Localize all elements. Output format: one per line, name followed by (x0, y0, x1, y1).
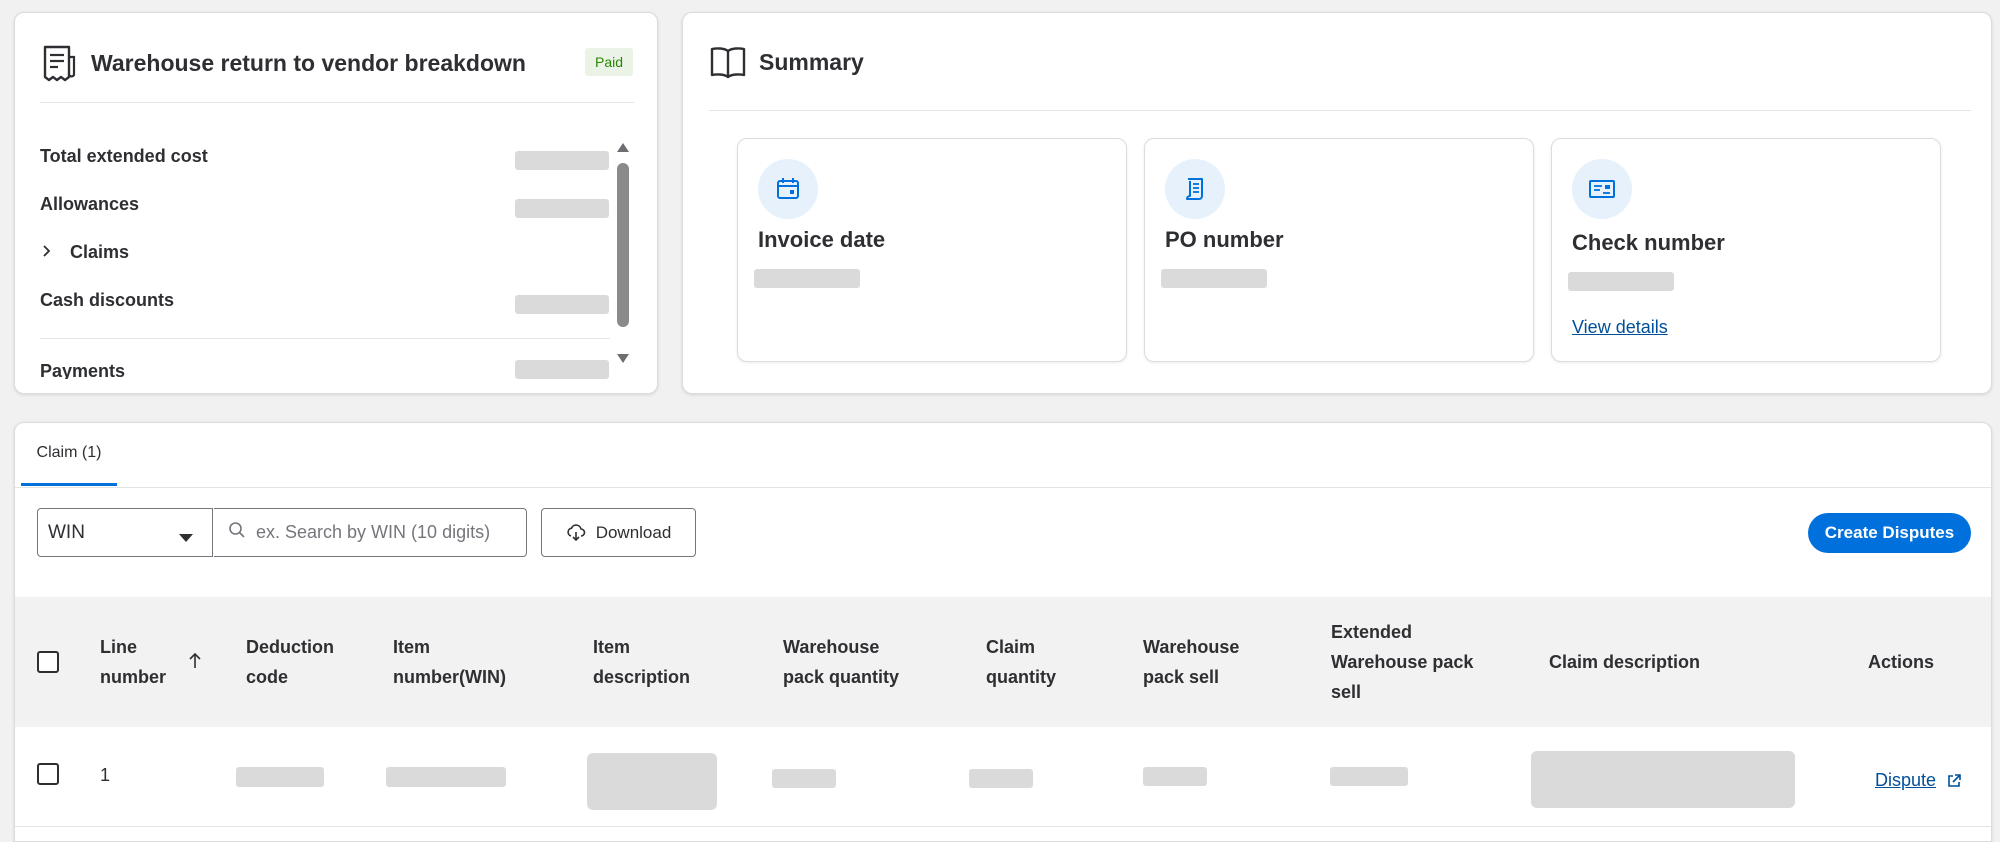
col-warehouse-pack-sell: Warehouse pack sell (1143, 637, 1240, 687)
divider (15, 487, 1991, 488)
col-extended-warehouse-pack-sell: Extended Warehouse pack sell (1331, 622, 1474, 702)
divider (40, 338, 610, 339)
check-number-card: Check number View details (1551, 138, 1941, 362)
col-line-number[interactable]: Line number (100, 632, 190, 692)
caret-down-icon (178, 527, 194, 549)
breakdown-scroll-area[interactable]: Total extended cost Allowances Claims Ca… (15, 133, 655, 379)
cloud-download-icon (566, 523, 586, 542)
tab-claim[interactable]: Claim (1) (21, 423, 117, 486)
summary-card: Summary Invoice date PO number Check num… (682, 12, 1992, 394)
chevron-right-icon (40, 242, 60, 263)
redacted-value (969, 769, 1033, 788)
breakdown-row-payments: Payments (40, 361, 126, 379)
col-claim-quantity: Claim quantity (986, 637, 1056, 687)
status-badge: Paid (585, 48, 633, 76)
redacted-value (1330, 767, 1408, 786)
search-field-select[interactable]: WIN (37, 508, 213, 557)
breakdown-row-cash-discounts: Cash discounts (40, 290, 175, 310)
receipt-icon (41, 43, 77, 83)
redacted-value (1568, 272, 1674, 291)
col-claim-description: Claim description (1549, 652, 1701, 672)
claims-card: Claim (1) WIN ex. Search by WIN (10 digi… (14, 422, 1992, 842)
breakdown-row-claims-toggle[interactable]: Claims (40, 242, 129, 263)
check-number-label: Check number (1572, 230, 1725, 255)
col-item-description: Item description (593, 637, 691, 687)
sort-arrow-up-icon[interactable] (188, 651, 202, 674)
invoice-date-card: Invoice date (737, 138, 1127, 362)
search-input[interactable]: ex. Search by WIN (10 digits) (214, 508, 527, 557)
download-button[interactable]: Download (541, 508, 696, 557)
external-link-icon (1946, 773, 1962, 789)
summary-header: Summary (709, 43, 864, 81)
search-icon (228, 521, 246, 544)
redacted-value (772, 769, 836, 788)
divider (40, 102, 634, 103)
col-deduction-code: Deduction code (246, 637, 334, 687)
redacted-value (515, 151, 609, 170)
breakdown-scrollbar[interactable] (614, 141, 630, 379)
breakdown-header: Warehouse return to vendor breakdown (41, 43, 526, 83)
create-disputes-button[interactable]: Create Disputes (1808, 513, 1971, 553)
po-number-card: PO number (1144, 138, 1534, 362)
col-item-number: Item number(WIN) (393, 637, 506, 687)
table-row: 1 Dispute (15, 727, 1991, 827)
breakdown-row-allowances: Allowances (40, 194, 140, 214)
redacted-value (515, 360, 609, 379)
redacted-value (1531, 751, 1795, 808)
table-header: Line number Deduction code Item number(W… (15, 597, 1991, 727)
redacted-value (587, 753, 717, 810)
redacted-value (754, 269, 860, 288)
book-icon (709, 43, 747, 81)
arrow-up-icon[interactable] (615, 141, 631, 160)
invoice-date-label: Invoice date (758, 227, 886, 252)
check-icon (1572, 159, 1632, 219)
summary-title: Summary (759, 48, 864, 75)
search-placeholder: ex. Search by WIN (10 digits) (256, 522, 491, 542)
row-checkbox[interactable] (37, 763, 59, 785)
cell-line-number: 1 (100, 765, 111, 785)
scrollbar-thumb[interactable] (617, 163, 629, 327)
divider (709, 110, 1971, 111)
redacted-value (1161, 269, 1267, 288)
breakdown-row-total-extended-cost: Total extended cost (40, 146, 208, 166)
redacted-value (515, 199, 609, 218)
redacted-value (1143, 767, 1207, 786)
arrow-down-icon[interactable] (615, 351, 631, 370)
calendar-icon (758, 159, 818, 219)
breakdown-title: Warehouse return to vendor breakdown (91, 49, 526, 76)
view-details-link[interactable]: View details (1572, 317, 1668, 338)
breakdown-card: Warehouse return to vendor breakdown Pai… (14, 12, 658, 394)
col-warehouse-pack-quantity: Warehouse pack quantity (783, 637, 900, 687)
po-number-label: PO number (1165, 227, 1284, 252)
col-actions: Actions (1868, 652, 1935, 672)
redacted-value (386, 767, 506, 787)
redacted-value (236, 767, 324, 787)
document-icon (1165, 159, 1225, 219)
select-all-checkbox[interactable] (37, 651, 59, 673)
dispute-link[interactable]: Dispute (1875, 770, 1962, 791)
redacted-value (515, 295, 609, 314)
